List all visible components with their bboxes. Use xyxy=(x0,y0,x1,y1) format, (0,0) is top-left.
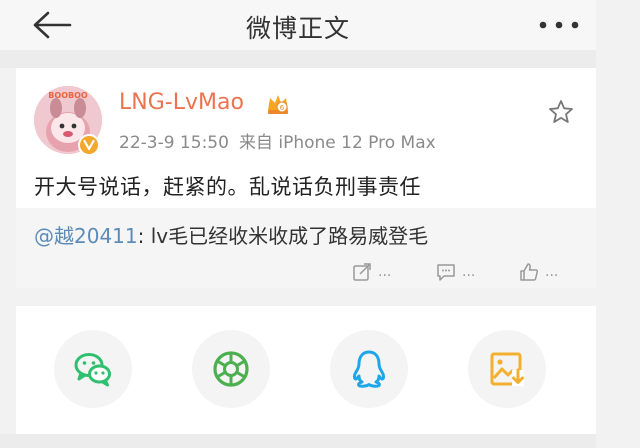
top-bar: 微博正文 xyxy=(0,0,596,50)
mention-link[interactable]: @越20411 xyxy=(34,224,138,248)
share-wechat-button[interactable] xyxy=(54,330,132,408)
repost-share-button[interactable]: ... xyxy=(352,260,391,284)
comment-count: ... xyxy=(462,264,476,280)
share-icon xyxy=(353,263,371,281)
svg-text:6: 6 xyxy=(280,104,285,112)
like-count: ... xyxy=(545,264,559,280)
repost-like-button[interactable]: ... xyxy=(519,260,558,284)
share-qq-button[interactable] xyxy=(330,330,408,408)
post-meta: 22-3-9 15:50 来自 iPhone 12 Pro Max xyxy=(119,128,436,153)
repost-block[interactable]: @越20411: lv毛已经收米收成了路易威登毛 ... ... ... xyxy=(16,208,596,288)
repost-comment-button[interactable]: ... xyxy=(436,260,475,284)
post-timestamp: 22-3-9 15:50 xyxy=(119,133,229,153)
qq-icon xyxy=(353,350,385,388)
post-body-text: 开大号说话，赶紧的。乱说话负刑事责任 xyxy=(34,175,421,199)
vip-crown-icon: 6 xyxy=(268,95,288,114)
moments-icon xyxy=(213,351,249,387)
more-dots-icon[interactable] xyxy=(538,19,580,31)
share-panel xyxy=(16,306,596,434)
share-moments-button[interactable] xyxy=(192,330,270,408)
save-image-icon xyxy=(490,352,524,386)
repost-body: : lv毛已经收米收成了路易威登毛 xyxy=(137,224,429,248)
save-image-button[interactable] xyxy=(468,330,546,408)
username-link[interactable]: LNG-LvMao xyxy=(119,90,244,115)
bottom-divider xyxy=(0,434,596,448)
star-favorite-icon[interactable] xyxy=(547,98,575,126)
avatar-logo-text: BOOBOO xyxy=(48,91,88,100)
comment-icon xyxy=(437,264,455,281)
wechat-icon xyxy=(74,353,111,387)
post-card: BOOBOO LNG-LvMao 6 22-3-9 15:50 来自 iPhone… xyxy=(16,68,596,208)
repost-text: @越20411: lv毛已经收米收成了路易威登毛 xyxy=(34,220,428,249)
header-divider xyxy=(0,50,596,68)
like-icon xyxy=(520,263,539,281)
verified-badge-icon xyxy=(78,134,100,156)
repost-actions: ... ... ... xyxy=(16,260,596,284)
page-title: 微博正文 xyxy=(245,14,350,43)
share-count: ... xyxy=(378,264,392,280)
post-source: 来自 iPhone 12 Pro Max xyxy=(238,133,436,153)
